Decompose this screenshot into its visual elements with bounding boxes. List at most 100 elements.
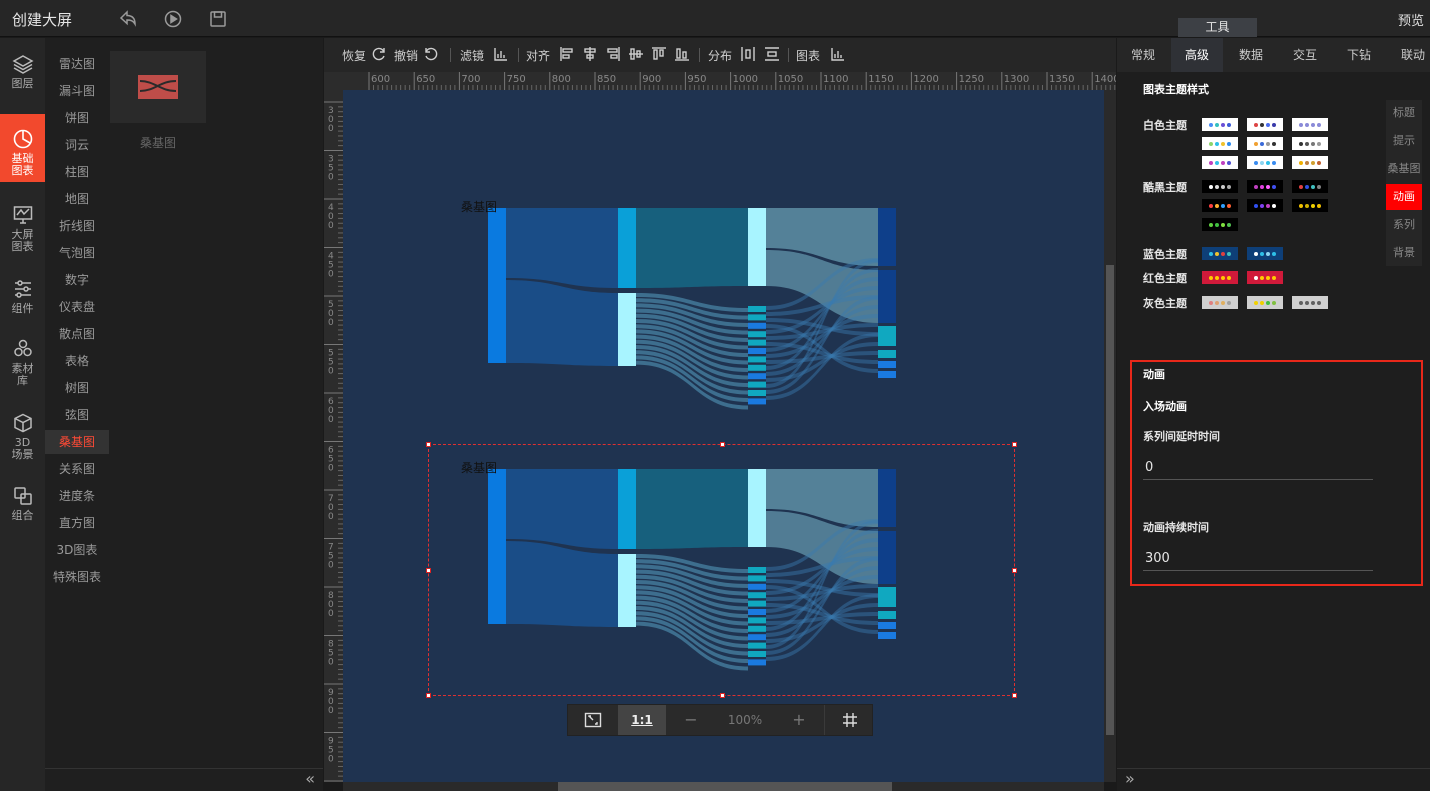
theme-swatch[interactable]: [1292, 137, 1328, 150]
side-tab[interactable]: 背景: [1386, 240, 1422, 266]
collapse-left-button[interactable]: «: [45, 768, 323, 791]
property-tab[interactable]: 数据: [1225, 38, 1277, 72]
side-tab[interactable]: 系列: [1386, 212, 1422, 238]
side-tab[interactable]: 动画: [1386, 184, 1422, 210]
delay-input[interactable]: [1143, 456, 1373, 480]
property-tab[interactable]: 联动: [1387, 38, 1430, 72]
zoom-out-button[interactable]: −: [666, 705, 716, 735]
nav-assets[interactable]: 素材库: [0, 338, 45, 396]
category-item[interactable]: 树图: [45, 376, 109, 400]
scroll-thumb[interactable]: [558, 782, 892, 791]
category-item[interactable]: 直方图: [45, 511, 109, 535]
ruler-vertical[interactable]: 300 350 400 450 500 550 600 650 700 750 800 850 900 9…: [324, 72, 343, 782]
theme-swatch[interactable]: [1292, 118, 1328, 131]
chart-button[interactable]: 图表: [796, 47, 820, 64]
distribute-button[interactable]: 分布: [708, 47, 732, 64]
theme-swatch[interactable]: [1292, 199, 1328, 212]
side-tab[interactable]: 提示: [1386, 128, 1422, 154]
filter-button[interactable]: 滤镜: [460, 47, 484, 64]
back-icon[interactable]: [118, 9, 138, 29]
play-icon[interactable]: [163, 9, 183, 29]
theme-swatch[interactable]: [1292, 180, 1328, 193]
sankey-chart-1[interactable]: 桑基图: [461, 198, 911, 418]
align-top-icon[interactable]: [628, 46, 644, 62]
theme-swatch[interactable]: [1202, 118, 1238, 131]
nav-basic-charts[interactable]: 基础图表: [0, 114, 45, 182]
theme-swatch[interactable]: [1247, 180, 1283, 193]
nav-combine[interactable]: 组合: [0, 485, 45, 529]
theme-swatch[interactable]: [1202, 247, 1238, 260]
property-tab[interactable]: 交互: [1279, 38, 1331, 72]
sankey-thumbnail[interactable]: [110, 51, 206, 123]
nav-3d-scene[interactable]: 3D场景: [0, 412, 45, 470]
align-bottom-icon[interactable]: [674, 46, 690, 62]
theme-swatch[interactable]: [1202, 218, 1238, 231]
category-item[interactable]: 漏斗图: [45, 79, 109, 103]
save-icon[interactable]: [208, 9, 228, 29]
bar-chart-icon[interactable]: [493, 46, 509, 62]
theme-swatch[interactable]: [1247, 271, 1283, 284]
theme-swatch[interactable]: [1202, 199, 1238, 212]
nav-components[interactable]: 组件: [0, 278, 45, 320]
category-item[interactable]: 3D图表: [45, 538, 109, 562]
property-tab[interactable]: 下钻: [1333, 38, 1385, 72]
category-item[interactable]: 进度条: [45, 484, 109, 508]
theme-swatch[interactable]: [1247, 137, 1283, 150]
redo-button[interactable]: 恢复: [342, 47, 366, 64]
resize-handle[interactable]: [426, 568, 431, 573]
undo-button[interactable]: 撤销: [394, 47, 418, 64]
horizontal-scrollbar[interactable]: [343, 782, 1104, 791]
category-item[interactable]: 气泡图: [45, 241, 109, 265]
resize-handle[interactable]: [720, 693, 725, 698]
category-item[interactable]: 关系图: [45, 457, 109, 481]
align-right-icon[interactable]: [605, 46, 621, 62]
zoom-in-button[interactable]: +: [774, 705, 824, 735]
resize-handle[interactable]: [1012, 568, 1017, 573]
scroll-thumb[interactable]: [1106, 265, 1114, 735]
property-tab[interactable]: 常规: [1117, 38, 1169, 72]
category-item[interactable]: 柱图: [45, 160, 109, 184]
theme-swatch[interactable]: [1247, 118, 1283, 131]
duration-input[interactable]: [1143, 547, 1373, 571]
side-tab[interactable]: 标题: [1386, 100, 1422, 126]
category-item[interactable]: 地图: [45, 187, 109, 211]
resize-handle[interactable]: [426, 693, 431, 698]
chart-icon[interactable]: [830, 46, 846, 62]
resize-handle[interactable]: [720, 442, 725, 447]
nav-screen-charts[interactable]: 大屏图表: [0, 204, 45, 262]
theme-swatch[interactable]: [1247, 199, 1283, 212]
category-item[interactable]: 仪表盘: [45, 295, 109, 319]
theme-swatch[interactable]: [1202, 137, 1238, 150]
theme-swatch[interactable]: [1202, 180, 1238, 193]
redo-icon[interactable]: [371, 46, 387, 62]
distribute-h-icon[interactable]: [740, 46, 756, 62]
distribute-v-icon[interactable]: [764, 46, 780, 62]
vertical-scrollbar[interactable]: [1104, 90, 1116, 782]
ruler-horizontal[interactable]: 600 650 700 750 800 850 900 950 1000 1050 1100 1150…: [343, 72, 1116, 90]
category-item[interactable]: 弦图: [45, 403, 109, 427]
resize-handle[interactable]: [426, 442, 431, 447]
theme-swatch[interactable]: [1247, 296, 1283, 309]
align-center-h-icon[interactable]: [582, 46, 598, 62]
undo-icon[interactable]: [423, 46, 439, 62]
property-tab[interactable]: 高级: [1171, 38, 1223, 72]
canvas[interactable]: 桑基图 桑基图 1:1 − 100% +: [343, 90, 1104, 782]
theme-swatch[interactable]: [1247, 247, 1283, 260]
theme-swatch[interactable]: [1202, 271, 1238, 284]
category-item[interactable]: 桑基图: [45, 430, 109, 454]
category-item[interactable]: 雷达图: [45, 52, 109, 76]
theme-swatch[interactable]: [1292, 156, 1328, 169]
category-item[interactable]: 数字: [45, 268, 109, 292]
collapse-right-button[interactable]: »: [1117, 768, 1430, 791]
category-item[interactable]: 折线图: [45, 214, 109, 238]
fit-screen-button[interactable]: [568, 705, 618, 735]
theme-swatch[interactable]: [1292, 296, 1328, 309]
category-item[interactable]: 表格: [45, 349, 109, 373]
grid-toggle-button[interactable]: [824, 705, 874, 735]
align-button[interactable]: 对齐: [526, 47, 550, 64]
theme-swatch[interactable]: [1202, 296, 1238, 309]
theme-swatch[interactable]: [1247, 156, 1283, 169]
tools-tab[interactable]: 工具: [1178, 18, 1257, 37]
selection-frame[interactable]: [426, 442, 1017, 698]
category-item[interactable]: 词云: [45, 133, 109, 157]
